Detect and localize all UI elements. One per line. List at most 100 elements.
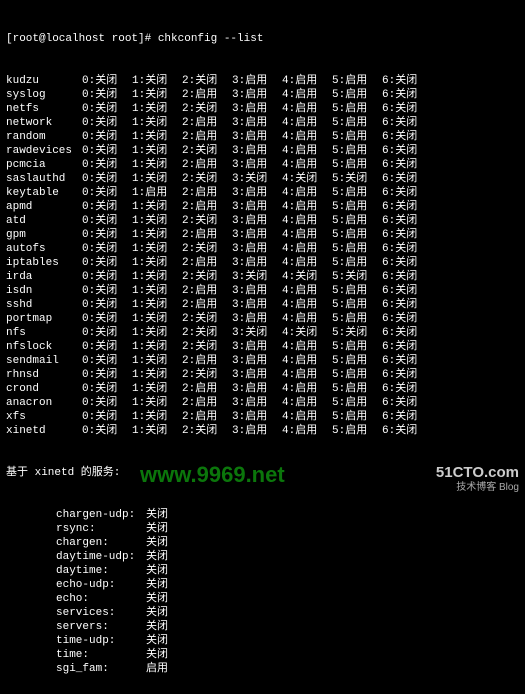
xinetd-service-name: time-udp: bbox=[56, 634, 146, 648]
runlevel-0: 0:关闭 bbox=[82, 298, 132, 312]
xinetd-service-status: 启用 bbox=[146, 662, 168, 676]
runlevel-3: 3:启用 bbox=[232, 144, 282, 158]
xinetd-service-name: services: bbox=[56, 606, 146, 620]
runlevel-6: 6:关闭 bbox=[382, 186, 432, 200]
runlevel-4: 4:启用 bbox=[282, 242, 332, 256]
service-row: gpm0:关闭1:关闭2:启用3:启用4:启用5:启用6:关闭 bbox=[6, 228, 519, 242]
runlevel-5: 5:启用 bbox=[332, 256, 382, 270]
runlevel-4: 4:启用 bbox=[282, 102, 332, 116]
command-prompt: [root@localhost root]# chkconfig --list bbox=[6, 32, 519, 46]
watermark-51cto-main: 51CTO.com bbox=[436, 464, 519, 481]
runlevel-2: 2:启用 bbox=[182, 284, 232, 298]
xinetd-service-name: echo-udp: bbox=[56, 578, 146, 592]
runlevel-5: 5:启用 bbox=[332, 116, 382, 130]
runlevel-2: 2:关闭 bbox=[182, 214, 232, 228]
runlevel-6: 6:关闭 bbox=[382, 172, 432, 186]
runlevel-0: 0:关闭 bbox=[82, 382, 132, 396]
runlevel-0: 0:关闭 bbox=[82, 144, 132, 158]
service-name: network bbox=[6, 116, 82, 130]
runlevel-1: 1:关闭 bbox=[132, 368, 182, 382]
xinetd-service-name: servers: bbox=[56, 620, 146, 634]
runlevel-1: 1:关闭 bbox=[132, 326, 182, 340]
runlevel-2: 2:关闭 bbox=[182, 368, 232, 382]
runlevel-3: 3:启用 bbox=[232, 424, 282, 438]
service-name: saslauthd bbox=[6, 172, 82, 186]
runlevel-0: 0:关闭 bbox=[82, 116, 132, 130]
service-row: saslauthd0:关闭1:关闭2:关闭3:关闭4:关闭5:关闭6:关闭 bbox=[6, 172, 519, 186]
service-name: netfs bbox=[6, 102, 82, 116]
runlevel-0: 0:关闭 bbox=[82, 172, 132, 186]
runlevel-0: 0:关闭 bbox=[82, 200, 132, 214]
runlevel-1: 1:关闭 bbox=[132, 298, 182, 312]
xinetd-row: echo-udp:关闭 bbox=[6, 578, 519, 592]
runlevel-0: 0:关闭 bbox=[82, 256, 132, 270]
service-row: sendmail0:关闭1:关闭2:启用3:启用4:启用5:启用6:关闭 bbox=[6, 354, 519, 368]
runlevel-5: 5:关闭 bbox=[332, 326, 382, 340]
runlevel-1: 1:关闭 bbox=[132, 200, 182, 214]
runlevel-0: 0:关闭 bbox=[82, 130, 132, 144]
service-name: anacron bbox=[6, 396, 82, 410]
runlevel-2: 2:关闭 bbox=[182, 326, 232, 340]
runlevel-5: 5:启用 bbox=[332, 424, 382, 438]
runlevel-5: 5:启用 bbox=[332, 158, 382, 172]
runlevel-2: 2:关闭 bbox=[182, 172, 232, 186]
runlevel-2: 2:启用 bbox=[182, 410, 232, 424]
runlevel-1: 1:关闭 bbox=[132, 270, 182, 284]
runlevel-6: 6:关闭 bbox=[382, 382, 432, 396]
xinetd-service-list: chargen-udp:关闭rsync:关闭chargen:关闭daytime-… bbox=[6, 508, 519, 676]
xinetd-service-name: time: bbox=[56, 648, 146, 662]
service-row: isdn0:关闭1:关闭2:启用3:启用4:启用5:启用6:关闭 bbox=[6, 284, 519, 298]
service-row: nfs0:关闭1:关闭2:关闭3:关闭4:关闭5:关闭6:关闭 bbox=[6, 326, 519, 340]
xinetd-row: chargen:关闭 bbox=[6, 536, 519, 550]
service-name: gpm bbox=[6, 228, 82, 242]
runlevel-5: 5:启用 bbox=[332, 382, 382, 396]
service-name: portmap bbox=[6, 312, 82, 326]
service-name: sshd bbox=[6, 298, 82, 312]
runlevel-1: 1:关闭 bbox=[132, 242, 182, 256]
runlevel-3: 3:启用 bbox=[232, 312, 282, 326]
runlevel-1: 1:关闭 bbox=[132, 130, 182, 144]
runlevel-6: 6:关闭 bbox=[382, 424, 432, 438]
runlevel-6: 6:关闭 bbox=[382, 116, 432, 130]
runlevel-2: 2:启用 bbox=[182, 186, 232, 200]
xinetd-row: echo:关闭 bbox=[6, 592, 519, 606]
service-name: pcmcia bbox=[6, 158, 82, 172]
xinetd-service-name: chargen-udp: bbox=[56, 508, 146, 522]
runlevel-0: 0:关闭 bbox=[82, 410, 132, 424]
runlevel-2: 2:关闭 bbox=[182, 312, 232, 326]
runlevel-1: 1:关闭 bbox=[132, 382, 182, 396]
runlevel-2: 2:关闭 bbox=[182, 340, 232, 354]
runlevel-6: 6:关闭 bbox=[382, 214, 432, 228]
runlevel-5: 5:启用 bbox=[332, 354, 382, 368]
runlevel-2: 2:启用 bbox=[182, 256, 232, 270]
service-list: kudzu0:关闭1:关闭2:关闭3:启用4:启用5:启用6:关闭syslog0… bbox=[6, 74, 519, 438]
service-row: anacron0:关闭1:关闭2:启用3:启用4:启用5:启用6:关闭 bbox=[6, 396, 519, 410]
runlevel-3: 3:启用 bbox=[232, 340, 282, 354]
runlevel-3: 3:启用 bbox=[232, 186, 282, 200]
runlevel-6: 6:关闭 bbox=[382, 158, 432, 172]
runlevel-5: 5:启用 bbox=[332, 102, 382, 116]
runlevel-5: 5:启用 bbox=[332, 130, 382, 144]
runlevel-4: 4:启用 bbox=[282, 410, 332, 424]
runlevel-5: 5:启用 bbox=[332, 214, 382, 228]
runlevel-5: 5:启用 bbox=[332, 396, 382, 410]
xinetd-service-status: 关闭 bbox=[146, 620, 168, 634]
service-name: isdn bbox=[6, 284, 82, 298]
runlevel-4: 4:关闭 bbox=[282, 172, 332, 186]
runlevel-4: 4:启用 bbox=[282, 228, 332, 242]
runlevel-0: 0:关闭 bbox=[82, 368, 132, 382]
runlevel-5: 5:启用 bbox=[332, 368, 382, 382]
service-row: syslog0:关闭1:关闭2:启用3:启用4:启用5:启用6:关闭 bbox=[6, 88, 519, 102]
service-name: iptables bbox=[6, 256, 82, 270]
runlevel-0: 0:关闭 bbox=[82, 340, 132, 354]
runlevel-4: 4:启用 bbox=[282, 144, 332, 158]
xinetd-service-name: sgi_fam: bbox=[56, 662, 146, 676]
runlevel-6: 6:关闭 bbox=[382, 228, 432, 242]
runlevel-3: 3:启用 bbox=[232, 130, 282, 144]
runlevel-3: 3:启用 bbox=[232, 228, 282, 242]
runlevel-0: 0:关闭 bbox=[82, 270, 132, 284]
terminal-output[interactable]: [root@localhost root]# chkconfig --list … bbox=[0, 0, 525, 694]
xinetd-service-name: daytime: bbox=[56, 564, 146, 578]
xinetd-row: servers:关闭 bbox=[6, 620, 519, 634]
runlevel-4: 4:启用 bbox=[282, 214, 332, 228]
